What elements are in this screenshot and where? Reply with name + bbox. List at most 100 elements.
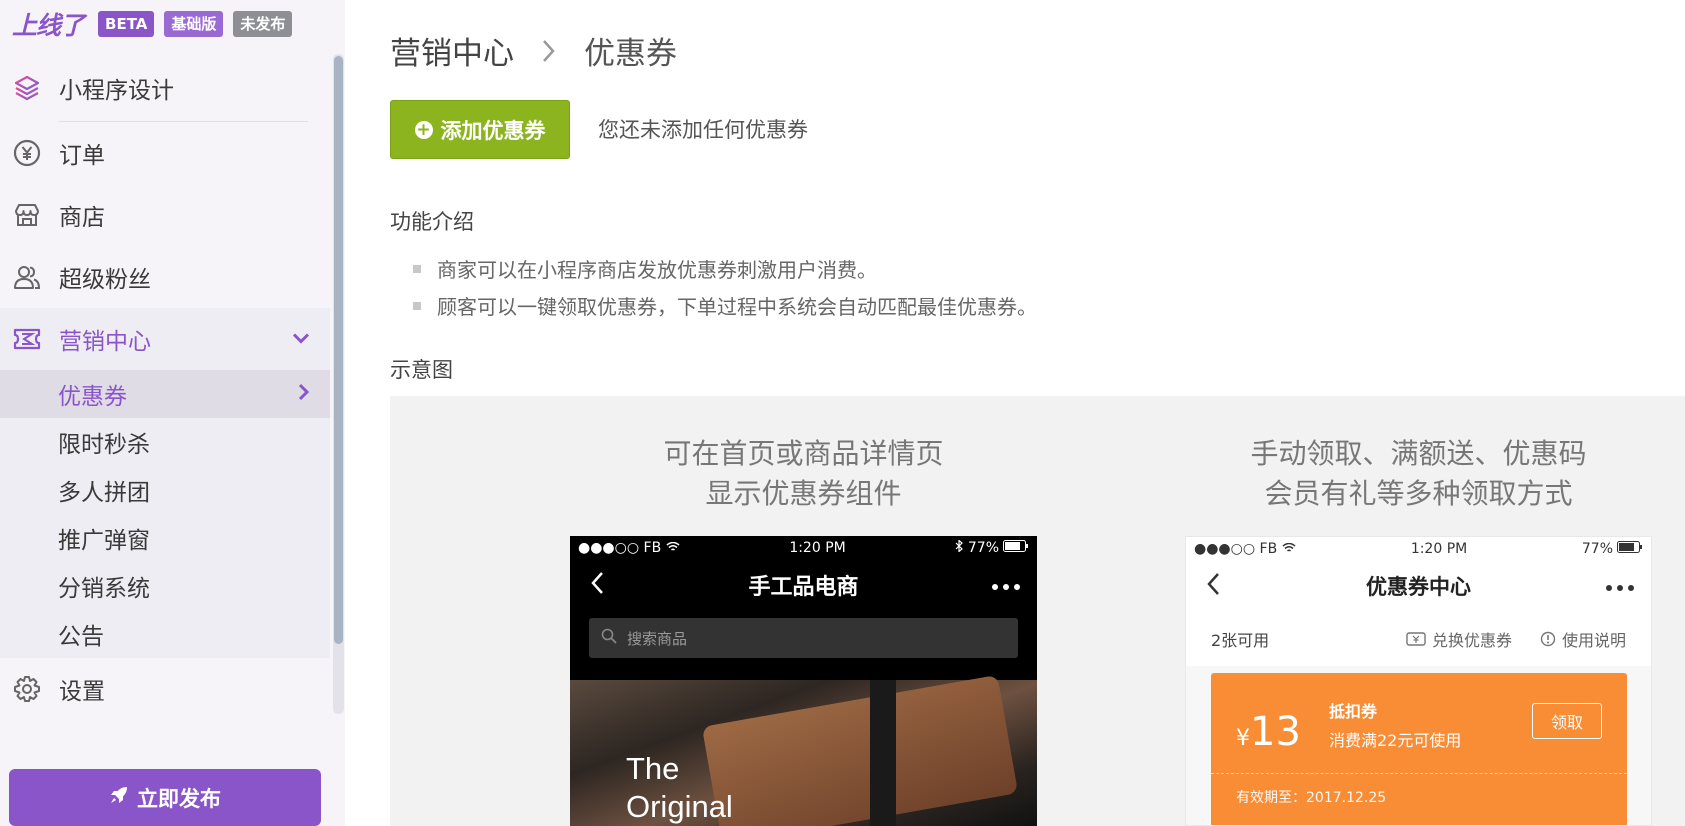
bullet-icon (413, 301, 421, 310)
features-list: 商家可以在小程序商店发放优惠券刺激用户消费。 顾客可以一键领取优惠券，下单过程中… (413, 250, 1037, 324)
demo-left-caption: 可在首页或商品详情页 显示优惠券组件 (570, 434, 1037, 514)
sidebar-item-fans[interactable]: 超级粉丝 (0, 246, 330, 308)
phone-nav-bar: 手工品电商 (570, 560, 1037, 610)
publish-status-badge: 未发布 (233, 11, 293, 37)
brand-bar: 上线了 BETA 基础版 未发布 (12, 6, 293, 42)
plan-badge: 基础版 (164, 11, 224, 37)
sidebar-item-design[interactable]: 小程序设计 (0, 54, 330, 122)
add-coupon-button[interactable]: + 添加优惠券 (390, 100, 570, 159)
sidebar-nav: 小程序设计 订单 商店 超级粉丝 营销中心 优惠券 限时秒杀 多人拼团 推广弹窗… (0, 54, 330, 720)
list-item: 顾客可以一键领取优惠券，下单过程中系统会自动匹配最佳优惠券。 (413, 287, 1037, 324)
caption-line: 显示优惠券组件 (705, 477, 902, 510)
submenu-item-label: 限时秒杀 (58, 432, 150, 458)
coupon-actions: 兑换优惠券 使用说明 (1406, 627, 1626, 651)
submenu-item-group-buy[interactable]: 多人拼团 (0, 466, 330, 514)
caption-line: 手动领取、满额送、优惠码 (1250, 437, 1587, 470)
coupon-expiry: 有效期至：2017.12.25 (1236, 790, 1387, 806)
users-icon (12, 262, 42, 292)
exchange-label: 兑换优惠券 (1431, 630, 1512, 650)
demo-title: 示意图 (390, 358, 453, 382)
status-time: 1:20 PM (1410, 541, 1468, 557)
sidebar-item-label: 营销中心 (59, 329, 151, 355)
breadcrumb: 营销中心 优惠券 (390, 28, 677, 73)
caption-line: 会员有礼等多种领取方式 (1264, 477, 1573, 510)
battery-text: 77% (1581, 541, 1613, 557)
sidebar-item-marketing[interactable]: 营销中心 (0, 308, 330, 370)
wifi-icon (666, 540, 680, 556)
photo-text-line: Original (626, 789, 733, 824)
coupon-value: 13 (1250, 709, 1301, 755)
rocket-icon (109, 785, 129, 810)
breadcrumb-current: 优惠券 (584, 36, 677, 72)
sidebar-item-store[interactable]: 商店 (0, 184, 330, 246)
phone-status-bar: ●●●○○ FB 1:20 PM 77% (570, 536, 1037, 560)
demo-illustration: 可在首页或商品详情页 显示优惠券组件 手动领取、满额送、优惠码 会员有礼等多种领… (390, 396, 1685, 826)
main-content: 营销中心 优惠券 + 添加优惠券 您还未添加任何优惠券 功能介绍 商家可以在小程… (345, 0, 1685, 826)
submenu-item-announcement[interactable]: 公告 (0, 610, 330, 658)
more-icon (1605, 577, 1635, 596)
usage-label: 使用说明 (1561, 630, 1626, 650)
sidebar-item-label: 超级粉丝 (59, 267, 151, 293)
phone-nav-bar: 优惠券中心 (1186, 561, 1651, 611)
sidebar-item-label: 商店 (59, 205, 105, 231)
carrier-text: ●●●○○ FB (578, 540, 662, 556)
brand-logo[interactable]: 上线了 (12, 6, 85, 42)
submenu-item-label: 公告 (58, 624, 104, 650)
sidebar-item-label: 订单 (59, 143, 105, 169)
submenu-item-coupons[interactable]: 优惠券 (0, 370, 330, 418)
available-count: 2张可用 (1211, 630, 1270, 650)
empty-coupon-tip: 您还未添加任何优惠券 (598, 118, 808, 142)
product-photo: The Original (570, 674, 1037, 826)
beta-badge: BETA (98, 11, 155, 37)
submenu-item-popup[interactable]: 推广弹窗 (0, 514, 330, 562)
sidebar-item-label: 设置 (59, 679, 105, 705)
leather-wallet-image (701, 674, 1019, 826)
pipe-image (870, 680, 896, 826)
coupon-summary-bar: 2张可用 兑换优惠券 使用说明 (1186, 611, 1651, 666)
sidebar-item-orders[interactable]: 订单 (0, 122, 330, 184)
coupon-amount: ¥13 (1236, 709, 1301, 755)
publish-now-label: 立即发布 (137, 786, 221, 811)
claim-coupon-button: 领取 (1532, 703, 1602, 739)
status-time: 1:20 PM (789, 540, 846, 556)
submenu-item-distribution[interactable]: 分销系统 (0, 562, 330, 610)
coupon-currency: ¥ (1236, 726, 1250, 751)
more-icon (991, 576, 1021, 595)
phone-status-bar: ●●●○○ FB 1:20 PM 77% (1186, 537, 1651, 561)
list-item: 商家可以在小程序商店发放优惠券刺激用户消费。 (413, 250, 1037, 287)
battery-icon (1617, 541, 1643, 557)
phone-mockup-store: ●●●○○ FB 1:20 PM 77% 手工品电商 搜索商品 The Orig… (570, 536, 1037, 826)
chevron-down-icon[interactable] (292, 330, 310, 349)
caption-line: 可在首页或商品详情页 (663, 437, 944, 470)
search-icon (601, 628, 617, 648)
submenu-item-label: 优惠券 (58, 384, 127, 410)
submenu-item-flash-sale[interactable]: 限时秒杀 (0, 418, 330, 466)
exchange-coupon-link: 兑换优惠券 (1406, 627, 1512, 651)
coupon-type: 抵扣券 (1329, 702, 1378, 721)
yen-circle-icon (12, 138, 42, 168)
submenu-item-label: 分销系统 (58, 576, 150, 602)
battery-text: 77% (967, 540, 999, 556)
publish-now-button[interactable]: 立即发布 (9, 769, 321, 826)
phone-search-bar: 搜索商品 (589, 618, 1018, 658)
sidebar-item-settings[interactable]: 设置 (0, 658, 330, 720)
bluetooth-icon (955, 539, 963, 556)
bullet-icon (413, 264, 421, 273)
feature-text: 顾客可以一键领取优惠券，下单过程中系统会自动匹配最佳优惠券。 (437, 295, 1037, 319)
wifi-icon (1282, 541, 1296, 557)
coupon-divider (1211, 773, 1627, 774)
carrier-text: ●●●○○ FB (1194, 541, 1278, 557)
info-icon (1540, 631, 1556, 647)
submenu-item-label: 多人拼团 (58, 480, 150, 506)
coupon-condition: 消费满22元可使用 (1329, 731, 1462, 750)
features-title: 功能介绍 (390, 210, 474, 234)
photo-text-line: The (626, 751, 680, 786)
coupon-card: ¥13 抵扣券 消费满22元可使用 领取 有效期至：2017.12.25 (1211, 673, 1627, 825)
phone-title: 手工品电商 (748, 575, 859, 600)
marketing-submenu: 优惠券 限时秒杀 多人拼团 推广弹窗 分销系统 公告 (0, 370, 330, 658)
exchange-icon (1406, 631, 1426, 646)
breadcrumb-parent[interactable]: 营销中心 (390, 28, 514, 73)
usage-info-link: 使用说明 (1540, 627, 1626, 651)
sidebar-scrollbar-thumb[interactable] (334, 56, 343, 644)
feature-text: 商家可以在小程序商店发放优惠券刺激用户消费。 (437, 258, 877, 282)
